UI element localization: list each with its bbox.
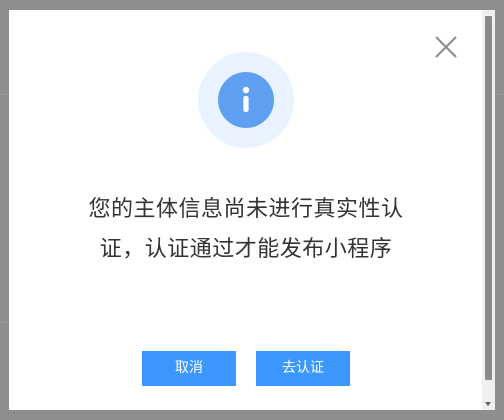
close-icon [435,36,457,58]
scrollbar-thumb[interactable] [485,16,492,380]
close-button[interactable] [435,36,457,58]
scrollbar[interactable] [482,10,495,410]
info-icon [218,72,274,128]
background-divider [0,94,8,95]
background-divider [494,94,504,95]
verification-dialog: 您的主体信息尚未进行真实性认证，认证通过才能发布小程序 取消 去认证 [9,10,482,410]
verify-button[interactable]: 去认证 [256,351,350,386]
info-icon-halo [198,52,294,148]
dialog-message: 您的主体信息尚未进行真实性认证，认证通过才能发布小程序 [88,197,404,262]
scroll-down-arrow-icon[interactable] [485,402,491,406]
background-divider [0,322,8,323]
cancel-button[interactable]: 取消 [142,351,236,386]
